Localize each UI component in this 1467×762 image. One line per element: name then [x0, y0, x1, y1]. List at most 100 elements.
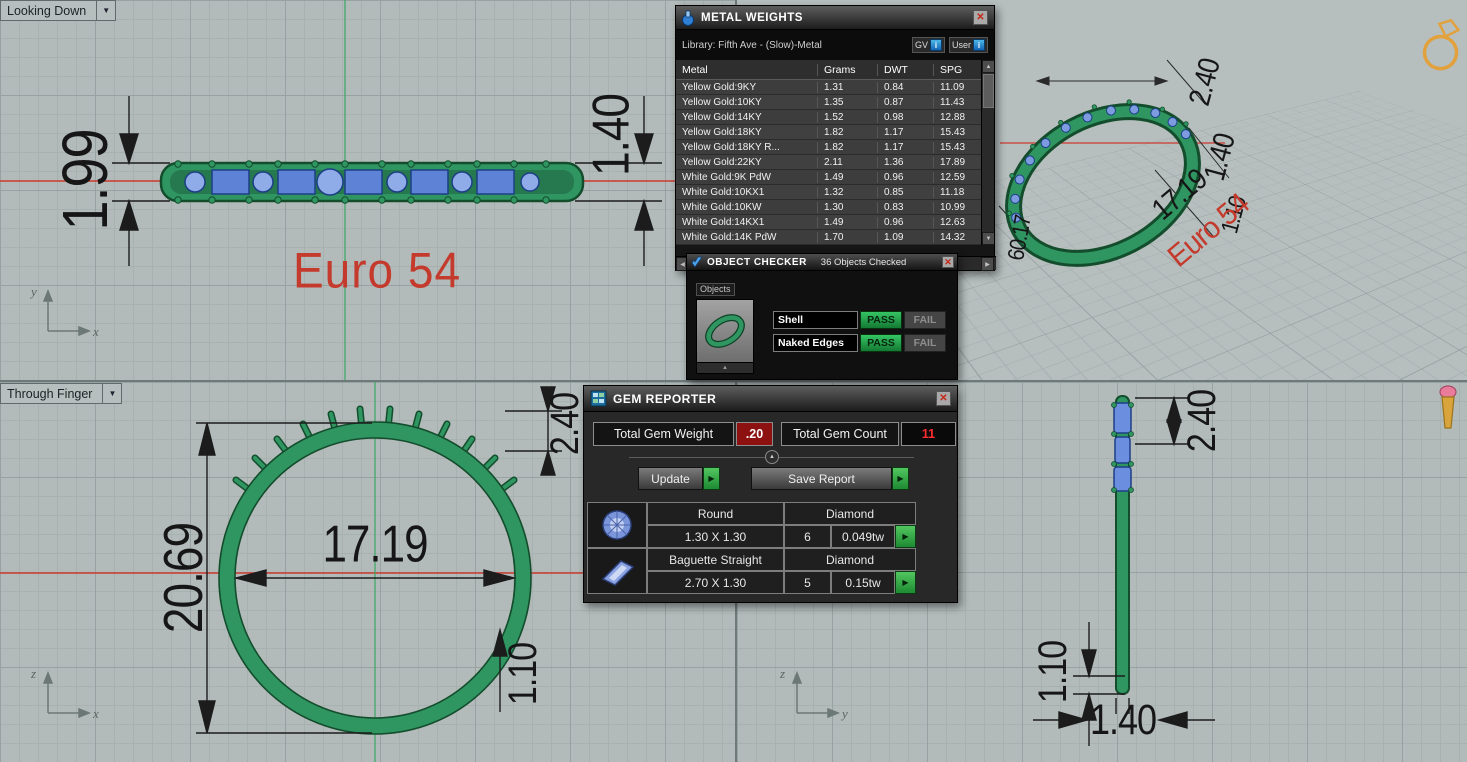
naked-edges-pass-button[interactable]: PASS [860, 334, 902, 352]
cell-grams: 1.52 [818, 111, 878, 123]
scroll-up-icon[interactable]: ▲ [982, 60, 994, 73]
metal-weights-titlebar[interactable]: METAL WEIGHTS ✕ [676, 6, 994, 30]
jewelry-wizard-icon[interactable] [1436, 384, 1460, 437]
dim-band-width-side: 1.40 [1089, 695, 1157, 744]
col-spg[interactable]: SPG [934, 64, 982, 76]
table-row[interactable]: White Gold:14KX1 1.49 0.96 12.63 [676, 215, 994, 230]
viewport-menu-dropdown-icon[interactable]: ▼ [103, 383, 123, 404]
gem-count: 5 [784, 571, 831, 594]
cell-grams: 1.30 [818, 201, 878, 213]
cell-metal: White Gold:10KW [676, 201, 818, 213]
cell-spg: 10.99 [940, 201, 966, 213]
axis-gizmo [42, 288, 92, 337]
object-checker-close-icon[interactable]: ✕ [942, 256, 954, 268]
axis-label-z: z [780, 666, 786, 681]
metal-weights-close-icon[interactable]: ✕ [973, 10, 988, 25]
user-button-label: User [951, 40, 971, 50]
object-checker-titlebar[interactable]: OBJECT CHECKER 36 Objects Checked ✕ [687, 254, 957, 271]
metal-weights-table: Metal Grams DWT SPG Yellow Gold:9KY 1.31… [676, 60, 994, 245]
dim-band-thickness-side: 1.10 [1030, 640, 1076, 704]
check-row-naked-edges: Naked Edges PASS FAIL [773, 334, 946, 352]
table-header[interactable]: Metal Grams DWT SPG [676, 60, 994, 80]
baguette-gem-icon [587, 548, 647, 594]
scroll-down-icon[interactable]: ▼ [982, 232, 994, 245]
gem-type: Diamond [784, 548, 916, 571]
cell-grams: 2.11 [818, 156, 878, 168]
gem-row-apply-button[interactable]: ▶ [895, 525, 916, 548]
table-row[interactable]: White Gold:9K PdW 1.49 0.96 12.59 [676, 170, 994, 185]
table-row[interactable]: White Gold:10KX1 1.32 0.85 11.18 [676, 185, 994, 200]
cell-grams: 1.49 [818, 216, 878, 228]
check-name: Shell [773, 311, 858, 329]
update-button[interactable]: Update ▶ [638, 467, 720, 490]
gem-size: 2.70 X 1.30 [647, 571, 784, 594]
cell-spg: 12.88 [940, 111, 966, 123]
table-row[interactable]: Yellow Gold:10KY 1.35 0.87 11.43 [676, 95, 994, 110]
save-report-button-label: Save Report [751, 467, 892, 490]
axis-label-z: z [31, 666, 37, 681]
table-row[interactable]: Yellow Gold:14KY 1.52 0.98 12.88 [676, 110, 994, 125]
metal-weights-panel: METAL WEIGHTS ✕ Library: Fifth Ave - (Sl… [675, 5, 996, 271]
gv-button[interactable]: GV i [911, 37, 945, 53]
table-row[interactable]: White Gold:14K PdW 1.70 1.09 14.32 [676, 230, 994, 245]
cell-dwt: 0.83 [878, 201, 934, 213]
update-go-icon: ▶ [703, 467, 720, 490]
table-row[interactable]: White Gold:10KW 1.30 0.83 10.99 [676, 200, 994, 215]
save-report-button[interactable]: Save Report ▶ [751, 467, 909, 490]
cell-metal: Yellow Gold:10KY [676, 96, 818, 108]
cell-spg: 12.63 [940, 216, 966, 228]
cell-spg: 15.43 [940, 141, 966, 153]
ring-tool-icon[interactable] [1420, 16, 1466, 79]
collapse-button[interactable]: ▲ [765, 450, 779, 464]
cell-dwt: 1.17 [878, 141, 934, 153]
gem-row-baguette: Baguette Straight Diamond 2.70 X 1.30 5 … [587, 548, 916, 594]
viewport-title-through-finger[interactable]: Through Finger ▼ [0, 383, 123, 404]
gem-reporter-titlebar[interactable]: GEM REPORTER ✕ [584, 386, 957, 412]
cell-spg: 15.43 [940, 126, 966, 138]
total-gem-weight-label: Total Gem Weight [593, 422, 734, 446]
viewport-looking-down[interactable]: 1.99 1.40 Euro 54 y x Looking Down ▼ [0, 0, 735, 380]
cell-metal: Yellow Gold:14KY [676, 111, 818, 123]
gem-row-apply-button[interactable]: ▶ [895, 571, 916, 594]
cell-grams: 1.82 [818, 126, 878, 138]
table-row[interactable]: Yellow Gold:18KY R... 1.82 1.17 15.43 [676, 140, 994, 155]
shell-pass-button[interactable]: PASS [860, 311, 902, 329]
naked-edges-fail-button[interactable]: FAIL [904, 334, 946, 352]
viewport-title-label[interactable]: Through Finger [0, 383, 104, 404]
vertical-scrollbar[interactable]: ▲ ▼ [981, 60, 994, 245]
cell-grams: 1.35 [818, 96, 878, 108]
gem-reporter-panel: GEM REPORTER ✕ Total Gem Weight .20 Tota… [583, 385, 958, 603]
col-metal[interactable]: Metal [676, 63, 818, 76]
scrollbar-thumb[interactable] [983, 74, 994, 108]
cad-workspace: 1.99 1.40 Euro 54 y x Looking Down ▼ 2.4… [0, 0, 1467, 762]
shell-fail-button[interactable]: FAIL [904, 311, 946, 329]
ring-side-view [1111, 395, 1134, 695]
check-row-shell: Shell PASS FAIL [773, 311, 946, 329]
table-row[interactable]: Yellow Gold:22KY 2.11 1.36 17.89 [676, 155, 994, 170]
user-button[interactable]: User i [948, 37, 988, 53]
object-checker-title: OBJECT CHECKER [707, 256, 807, 268]
cell-dwt: 1.09 [878, 231, 934, 243]
object-checker-panel: OBJECT CHECKER 36 Objects Checked ✕ Obje… [686, 253, 958, 380]
viewport-divider-horizontal[interactable] [0, 380, 1467, 382]
table-row[interactable]: Yellow Gold:9KY 1.31 0.84 11.09 [676, 80, 994, 95]
cell-spg: 12.59 [940, 171, 966, 183]
object-thumbnail[interactable] [696, 299, 754, 363]
axis-label-y: y [842, 706, 848, 721]
gem-row-round: Round Diamond 1.30 X 1.30 6 0.049tw ▶ [587, 502, 916, 548]
gem-reporter-icon [590, 390, 607, 407]
viewport-menu-dropdown-icon[interactable]: ▼ [97, 0, 117, 21]
gem-reporter-close-icon[interactable]: ✕ [936, 391, 951, 406]
thumbnail-scroll-up-icon[interactable]: ▲ [696, 363, 754, 374]
total-gem-count-label: Total Gem Count [781, 422, 899, 446]
viewport-title-looking-down[interactable]: Looking Down ▼ [0, 0, 117, 21]
viewport-title-label[interactable]: Looking Down [0, 0, 98, 21]
cell-spg: 17.89 [940, 156, 966, 168]
scroll-right-icon[interactable]: ▶ [981, 257, 994, 271]
cell-grams: 1.31 [818, 81, 878, 93]
table-row[interactable]: Yellow Gold:18KY 1.82 1.17 15.43 [676, 125, 994, 140]
col-grams[interactable]: Grams [818, 63, 878, 76]
col-dwt[interactable]: DWT [878, 63, 934, 76]
cell-grams: 1.32 [818, 186, 878, 198]
cell-spg: 11.18 [940, 186, 965, 198]
